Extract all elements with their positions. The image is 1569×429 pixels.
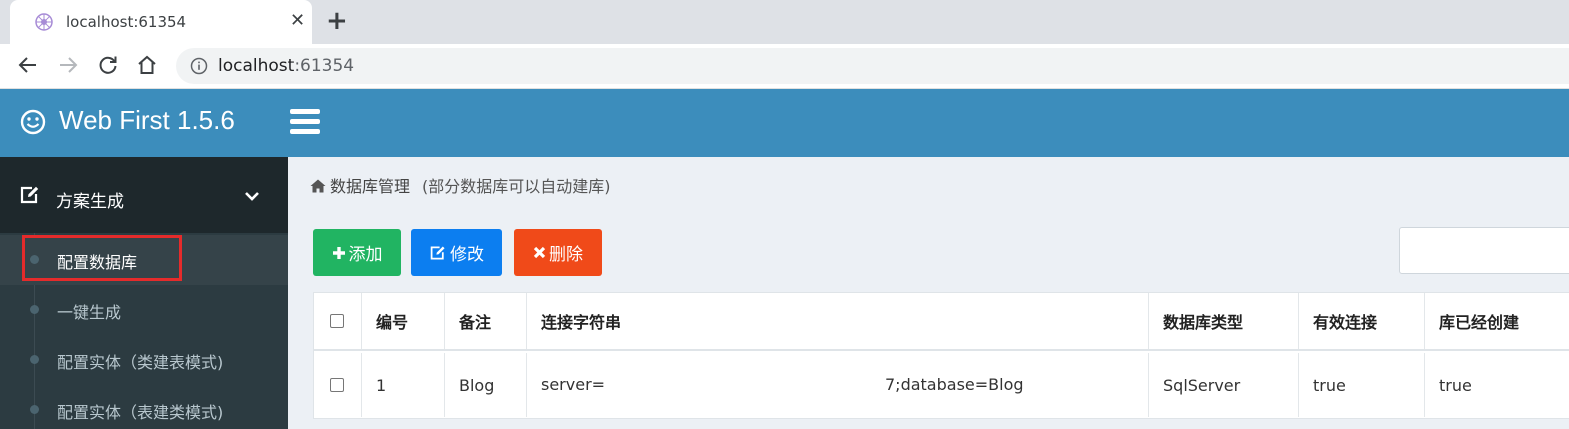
new-tab-icon[interactable]: + [326, 8, 348, 34]
app-header: Web First 1.5.6 [0, 89, 1569, 157]
brand-title[interactable]: Web First 1.5.6 [59, 105, 235, 136]
sidebar-item-label: 一键生成 [57, 303, 122, 322]
delete-button-label: 删除 [549, 245, 583, 265]
col-header-connection[interactable]: 连接字符串 [527, 293, 1149, 349]
sidebar-group-label: 方案生成 [56, 192, 124, 212]
edit-button[interactable]: 修改 [411, 229, 502, 276]
red-highlight-box [22, 235, 182, 281]
sidebar-group-scheme[interactable]: 方案生成 [0, 157, 288, 233]
breadcrumb: 数据库管理 (部分数据库可以自动建库) [310, 173, 611, 197]
back-icon[interactable] [16, 53, 40, 77]
select-all-checkbox[interactable] [330, 314, 344, 328]
row-checkbox[interactable] [330, 378, 344, 392]
connection-end: 7;database=Blog [885, 375, 1024, 394]
header-checkbox-cell [314, 293, 362, 349]
browser-tab[interactable]: localhost:61354 ✕ [10, 0, 312, 44]
edit-icon [20, 186, 39, 204]
col-header-db-type[interactable]: 数据库类型 [1149, 293, 1299, 349]
delete-button[interactable]: 删除 [514, 229, 602, 276]
cell-created: true [1439, 375, 1472, 395]
database-table: 编号 备注 连接字符串 数据库类型 有效连接 库已经创建 1 Blog serv… [313, 292, 1569, 419]
row-checkbox-cell [314, 353, 362, 417]
connection-start: server= [541, 375, 606, 394]
col-header-id[interactable]: 编号 [362, 293, 445, 349]
search-input[interactable] [1399, 227, 1569, 274]
bullet-icon [30, 305, 39, 314]
edit-button-label: 修改 [450, 245, 484, 265]
page-title: 数据库管理 [330, 177, 411, 196]
edit-icon [430, 245, 445, 259]
browser-tab-strip: localhost:61354 ✕ + [0, 0, 1569, 44]
cell-remark: Blog [445, 353, 527, 417]
address-bar[interactable]: localhost:61354 [176, 48, 1569, 84]
favicon-icon [35, 13, 53, 31]
home-icon[interactable] [135, 53, 159, 77]
tab-title: localhost:61354 [66, 13, 187, 31]
bullet-icon [30, 355, 39, 364]
chevron-down-icon [245, 192, 259, 201]
bullet-icon [30, 405, 39, 414]
col-header-valid[interactable]: 有效连接 [1299, 293, 1425, 349]
reload-icon[interactable] [96, 53, 120, 77]
add-button-label: 添加 [348, 245, 383, 265]
info-icon[interactable] [190, 57, 208, 75]
close-icon [533, 246, 546, 259]
browser-toolbar: localhost:61354 [0, 44, 1569, 89]
sidebar-item-entity-db-first[interactable]: 配置实体（表建类模式) [0, 385, 288, 429]
sidebar-item-label: 配置实体（表建类模式) [57, 403, 224, 422]
hamburger-icon[interactable] [290, 109, 320, 135]
smile-icon [20, 109, 46, 135]
sidebar-item-one-click[interactable]: 一键生成 [0, 285, 288, 335]
cell-valid: true [1299, 353, 1425, 417]
main-content: 数据库管理 (部分数据库可以自动建库) 添加 修改 删除 编号 备注 连接字符串 … [288, 157, 1569, 429]
table-row[interactable]: 1 Blog server= 7;database=Blog SqlServer… [314, 353, 1569, 417]
add-button[interactable]: 添加 [313, 229, 401, 276]
cell-db-type: SqlServer [1149, 353, 1299, 417]
sidebar-item-label: 配置实体（类建表模式) [57, 353, 224, 372]
forward-icon[interactable] [56, 53, 80, 77]
cell-connection: server= 7;database=Blog [527, 353, 1149, 417]
table-header: 编号 备注 连接字符串 数据库类型 有效连接 库已经创建 [314, 293, 1569, 351]
sidebar: 方案生成 配置数据库 一键生成 配置实体（类建表模式) 配置实体（表建类模式) [0, 157, 288, 429]
cell-id: 1 [362, 353, 445, 417]
home-icon [310, 179, 326, 193]
url-text: localhost:61354 [218, 56, 355, 76]
tab-close-icon[interactable]: ✕ [290, 11, 305, 31]
page-subtitle: (部分数据库可以自动建库) [422, 177, 611, 196]
plus-icon [332, 246, 345, 259]
col-header-remark[interactable]: 备注 [445, 293, 527, 349]
col-header-created[interactable]: 库已经创建 [1425, 293, 1569, 349]
sidebar-item-entity-code-first[interactable]: 配置实体（类建表模式) [0, 335, 288, 385]
